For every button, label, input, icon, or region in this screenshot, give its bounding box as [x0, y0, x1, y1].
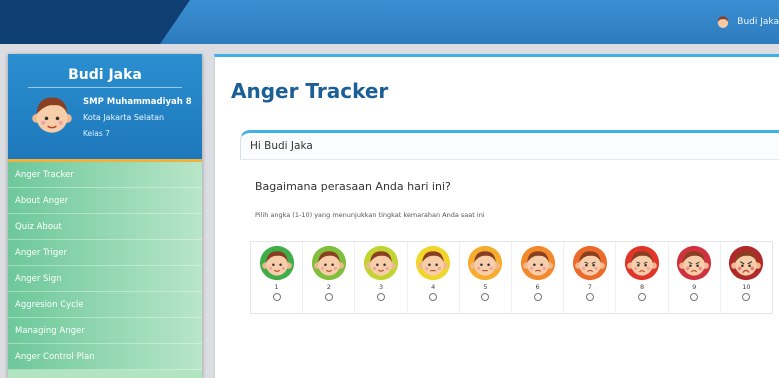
sidebar-item-label: About Anger [15, 195, 69, 206]
profile-name: Budi Jaka [68, 67, 142, 83]
profile-card: Budi Jaka SMP Muhammadiyah 8 Kota Jakart… [8, 54, 202, 162]
face-icon [624, 245, 660, 281]
face-icon [259, 245, 294, 281]
profile-city: Kota Jakarta Selatan [83, 113, 165, 122]
scale-radio[interactable] [742, 293, 751, 301]
card-divider [240, 159, 779, 160]
mood-question: Bagaimana perasaan Anda hari ini? [255, 180, 451, 193]
scale-option-9[interactable]: 9 [669, 242, 721, 313]
face-icon [363, 245, 399, 281]
scale-option-2[interactable]: 2 [303, 242, 356, 313]
face-icon [572, 245, 607, 281]
scale-number: 1 [274, 283, 279, 291]
profile-divider [28, 87, 182, 88]
sidebar-item-about-anger[interactable]: About Anger [8, 188, 202, 214]
sidebar-item-quiz-about[interactable]: Quiz About [8, 214, 202, 240]
scale-option-3[interactable]: 3 [355, 242, 408, 313]
scale-number: 10 [742, 283, 751, 291]
scale-radio[interactable] [324, 293, 333, 301]
main-panel: Anger Tracker Hi Budi Jaka Bagaimana per… [214, 54, 779, 378]
sidebar-item-label: Anger Sign [15, 273, 62, 284]
sidebar-item-anger-control-plan[interactable]: Anger Control Plan [8, 344, 202, 370]
sidebar-item-anger-tracker[interactable]: Anger Tracker [8, 162, 202, 188]
scale-radio[interactable] [690, 293, 699, 301]
anger-scale: 1 2 3 4 5 6 7 8 9 10 [250, 241, 773, 314]
scale-radio[interactable] [272, 293, 281, 301]
scale-radio[interactable] [638, 293, 647, 301]
scale-number: 2 [326, 283, 331, 291]
scale-option-4[interactable]: 4 [408, 242, 460, 313]
face-icon [311, 245, 346, 281]
scale-number: 4 [431, 283, 436, 291]
greeting: Hi Budi Jaka [240, 130, 779, 159]
scale-number: 6 [535, 283, 540, 291]
sidebar-item-label: Aggresion Cycle [15, 299, 84, 310]
scale-radio[interactable] [585, 293, 594, 301]
student-avatar-icon [32, 97, 72, 133]
scale-radio[interactable] [481, 293, 490, 301]
scale-number: 3 [378, 283, 384, 291]
scale-number: 7 [587, 283, 592, 291]
sidebar-item-label: Managing Anger [15, 325, 85, 336]
sidebar: Budi Jaka SMP Muhammadiyah 8 Kota Jakart… [8, 54, 202, 378]
scale-radio[interactable] [429, 293, 438, 301]
tracker-card: Hi Budi Jaka Bagaimana perasaan Anda har… [240, 130, 779, 378]
scale-option-10[interactable]: 10 [721, 242, 772, 313]
topbar-username[interactable]: Budi Jaka [737, 17, 779, 27]
sidebar-item-label: Quiz About [15, 221, 62, 232]
face-icon [416, 245, 451, 281]
user-avatar-icon [718, 16, 729, 28]
brand-area [0, 0, 190, 44]
sidebar-menu: Anger Tracker About Anger Quiz About Ang… [8, 162, 202, 370]
face-icon [729, 245, 764, 281]
scale-option-1[interactable]: 1 [251, 242, 304, 313]
scale-option-5[interactable]: 5 [460, 242, 513, 313]
sidebar-item-label: Anger Control Plan [15, 351, 95, 362]
user-menu[interactable]: Budi Jaka [715, 0, 779, 44]
face-icon [520, 245, 555, 281]
page-title: Anger Tracker [231, 79, 389, 103]
sidebar-item-anger-sign[interactable]: Anger Sign [8, 266, 202, 292]
scale-number: 5 [483, 283, 488, 291]
face-icon [468, 245, 503, 281]
scale-option-6[interactable]: 6 [512, 242, 565, 313]
profile-school: SMP Muhammadiyah 8 [83, 97, 192, 107]
profile-grade: Kelas 7 [83, 129, 110, 138]
scale-radio[interactable] [533, 293, 542, 301]
scale-radio[interactable] [377, 293, 385, 301]
scale-option-8[interactable]: 8 [616, 242, 669, 313]
sidebar-item-label: Anger Tracker [15, 169, 74, 180]
scale-option-7[interactable]: 7 [564, 242, 617, 313]
sidebar-item-aggresion-cycle[interactable]: Aggresion Cycle [8, 292, 202, 318]
scale-number: 8 [639, 283, 645, 291]
top-navbar: Budi Jaka [0, 0, 779, 44]
sidebar-item-managing-anger[interactable]: Managing Anger [8, 318, 202, 344]
sidebar-item-label: Anger Triger [15, 247, 67, 258]
sidebar-item-anger-triger[interactable]: Anger Triger [8, 240, 202, 266]
face-icon [677, 245, 712, 281]
scale-number: 9 [692, 283, 697, 291]
mood-hint: Pilih angka (1-10) yang menunjukkan ting… [255, 211, 485, 219]
